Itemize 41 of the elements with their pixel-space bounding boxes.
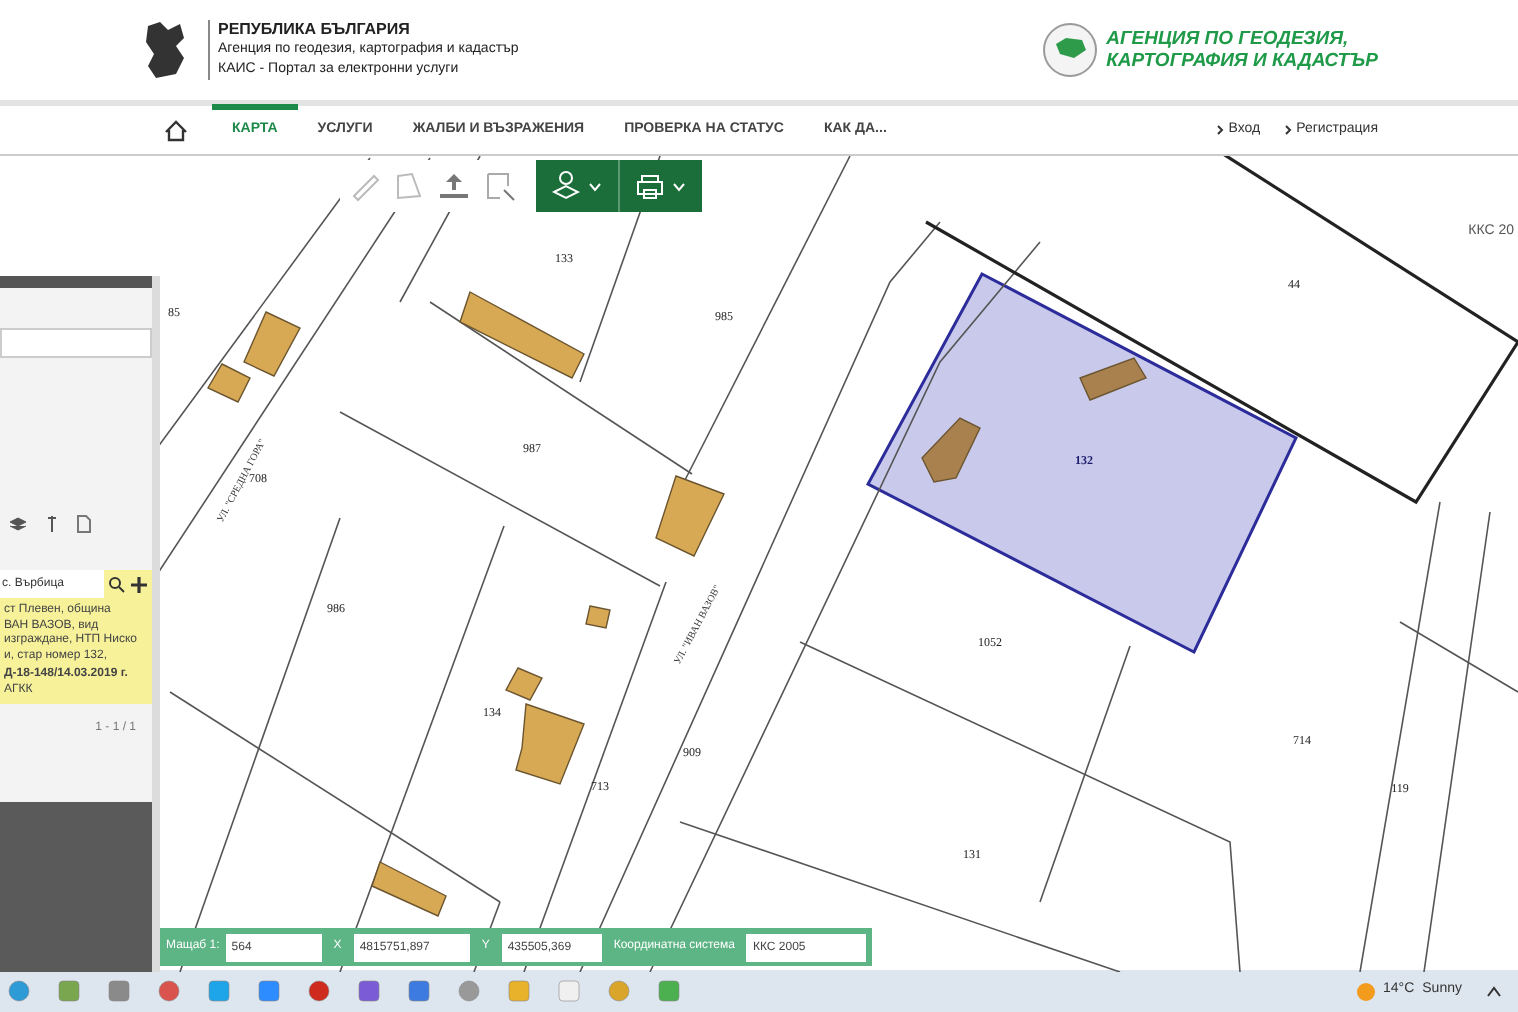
header-title: РЕПУБЛИКА БЪЛГАРИЯ <box>218 20 412 40</box>
ruler-icon[interactable] <box>348 170 380 202</box>
printer-icon <box>636 173 664 199</box>
app-icon[interactable] <box>358 980 380 1002</box>
app-icon[interactable] <box>308 980 330 1002</box>
chevron-down-icon <box>588 181 602 191</box>
app-icon[interactable] <box>258 980 280 1002</box>
app-icon[interactable] <box>658 980 680 1002</box>
app-icon[interactable] <box>158 980 180 1002</box>
search-icon[interactable] <box>108 575 126 593</box>
building <box>585 605 611 629</box>
app-icon[interactable] <box>208 980 230 1002</box>
app-icon[interactable] <box>8 980 30 1002</box>
agency-name: АГЕНЦИЯ ПО ГЕОДЕЗИЯ, <box>1106 28 1351 50</box>
chevron-down-icon <box>672 181 686 191</box>
building <box>371 861 447 917</box>
chevron-right-icon <box>1216 124 1225 136</box>
home-icon[interactable] <box>164 119 188 141</box>
building <box>1079 357 1148 401</box>
upload-icon[interactable] <box>436 170 472 202</box>
app-icon[interactable] <box>408 980 430 1002</box>
building <box>459 291 585 379</box>
building <box>655 475 725 557</box>
sun-icon <box>1355 981 1375 1001</box>
document-icon[interactable] <box>76 514 92 534</box>
chevron-up-icon[interactable] <box>1486 985 1502 997</box>
select-area-icon[interactable] <box>484 170 516 202</box>
search-field[interactable] <box>0 328 152 358</box>
layers-icon[interactable] <box>8 516 28 532</box>
building <box>921 417 981 483</box>
plus-icon[interactable] <box>130 575 148 593</box>
info-layers-icon <box>552 170 580 202</box>
app-icon[interactable] <box>108 980 130 1002</box>
app-icon[interactable] <box>58 980 80 1002</box>
agency-name: КАРТОГРАФИЯ И КАДАСТЪР <box>1106 50 1378 72</box>
app-icon[interactable] <box>458 980 480 1002</box>
app-icon[interactable] <box>508 980 530 1002</box>
app-icon[interactable] <box>608 980 630 1002</box>
polygon-icon[interactable] <box>392 170 424 202</box>
chevron-right-icon <box>1284 124 1293 136</box>
globe-logo-icon <box>1042 22 1099 78</box>
